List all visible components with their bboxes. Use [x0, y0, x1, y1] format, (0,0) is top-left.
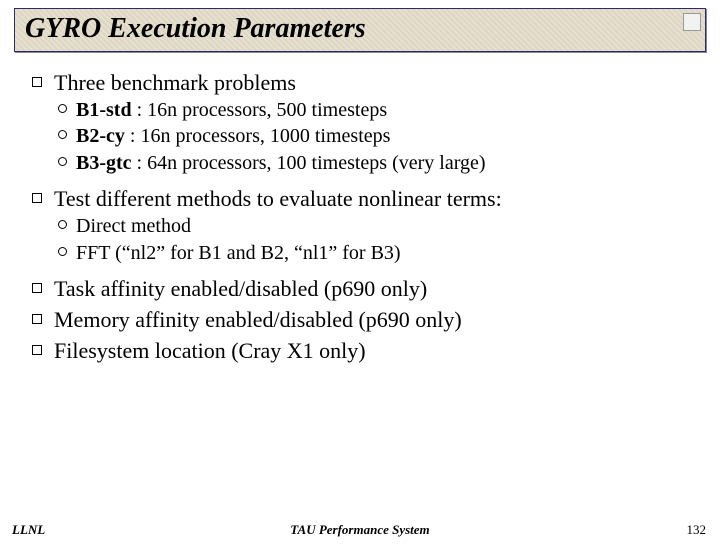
sub-item: B2-cy : 16n processors, 1000 timesteps: [76, 123, 690, 149]
sub-bold: B3-gtc: [76, 152, 132, 174]
sub-bold: B1-std: [76, 99, 132, 121]
sub-item: FFT (“nl2” for B1 and B2, “nl1” for B3): [76, 240, 690, 266]
sub-list: Direct method FFT (“nl2” for B1 and B2, …: [54, 213, 690, 266]
sub-rest: : 16n processors, 1000 timesteps: [125, 125, 391, 147]
sub-item: B1-std : 16n processors, 500 timesteps: [76, 97, 690, 123]
bullet-text: Task affinity enabled/disabled (p690 onl…: [54, 276, 427, 301]
title-bar: GYRO Execution Parameters: [14, 8, 706, 52]
bullet-text: Memory affinity enabled/disabled (p690 o…: [54, 307, 462, 332]
square-bullet-icon: [32, 345, 42, 355]
circle-bullet-icon: [58, 220, 67, 229]
circle-bullet-icon: [58, 247, 67, 256]
sub-rest: : 16n processors, 500 timesteps: [132, 99, 388, 121]
sub-rest: : 64n processors, 100 timesteps (very la…: [132, 152, 486, 174]
square-bullet-icon: [32, 283, 42, 293]
bullet-text: Filesystem location (Cray X1 only): [54, 338, 366, 363]
square-bullet-icon: [32, 314, 42, 324]
circle-bullet-icon: [58, 130, 67, 139]
square-bullet-icon: [32, 193, 42, 203]
slide-number: 132: [687, 522, 707, 538]
sub-item: B3-gtc : 64n processors, 100 timesteps (…: [76, 150, 690, 176]
bullet-methods: Test different methods to evaluate nonli…: [54, 184, 690, 266]
circle-bullet-icon: [58, 157, 67, 166]
slide-title: GYRO Execution Parameters: [25, 13, 366, 44]
sub-item: Direct method: [76, 213, 690, 239]
circle-bullet-icon: [58, 104, 67, 113]
bullet-text: Three benchmark problems: [54, 70, 296, 95]
bullet-memory-affinity: Memory affinity enabled/disabled (p690 o…: [54, 305, 690, 334]
bullet-task-affinity: Task affinity enabled/disabled (p690 onl…: [54, 274, 690, 303]
bullet-filesystem: Filesystem location (Cray X1 only): [54, 336, 690, 365]
slide-content: Three benchmark problems B1-std : 16n pr…: [0, 52, 720, 365]
sub-rest: Direct method: [76, 215, 191, 237]
sub-list: B1-std : 16n processors, 500 timesteps B…: [54, 97, 690, 176]
square-bullet-icon: [32, 77, 42, 87]
sub-rest: FFT (“nl2” for B1 and B2, “nl1” for B3): [76, 242, 401, 264]
sub-bold: B2-cy: [76, 125, 125, 147]
corner-logo: [683, 13, 701, 31]
bullet-text: Test different methods to evaluate nonli…: [54, 186, 502, 211]
bullet-benchmarks: Three benchmark problems B1-std : 16n pr…: [54, 68, 690, 176]
footer-center: TAU Performance System: [0, 522, 720, 538]
